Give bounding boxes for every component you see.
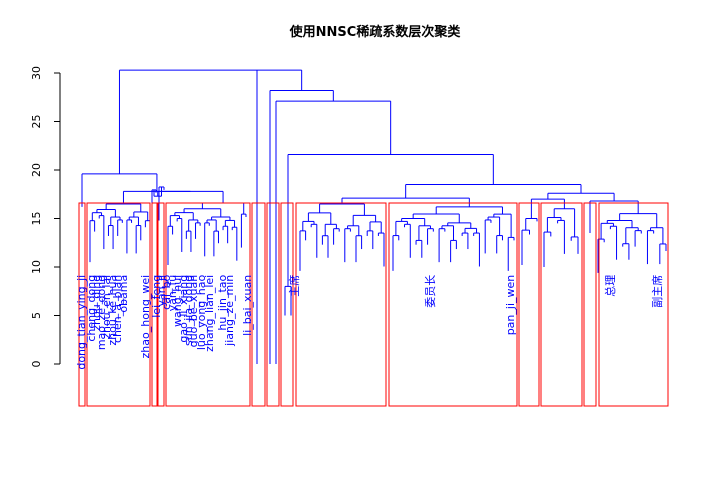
- y-tick-label: 0: [30, 361, 43, 368]
- leaf-labels: dong_tian_ying_jicheng_dongzhou_dingmao_…: [75, 274, 664, 369]
- leaf-label: 总理: [603, 275, 617, 297]
- cluster-box: [540, 202, 583, 407]
- y-tick-label: 10: [30, 260, 43, 274]
- y-tick-label: 20: [30, 163, 43, 177]
- y-tick-label: 15: [30, 212, 43, 226]
- leaf-label: obama: [117, 275, 130, 313]
- cluster-box: [583, 202, 597, 407]
- leaf-label: 主席: [287, 275, 301, 297]
- dendrogram-branches: [81, 69, 667, 364]
- y-tick-label: 5: [30, 312, 43, 319]
- leaf-label: 委员长: [424, 275, 437, 308]
- y-tick-label: 25: [30, 115, 43, 129]
- chart-title: 使用NNSC稀疏系数层次聚类: [289, 24, 462, 40]
- leaf-label: pan_ji_wen: [504, 275, 517, 336]
- y-tick-label: 30: [30, 66, 43, 80]
- leaf-label: zhang_lian_lei: [203, 275, 216, 352]
- leaf-label: 副主席: [650, 275, 664, 308]
- leaf-label: li_bai_xuan: [241, 275, 254, 336]
- y-axis: 0 5 10 15 20 25 30: [30, 66, 61, 368]
- leaf-label: jiang_ze_min: [223, 275, 236, 347]
- dendrogram-chart: 使用NNSC稀疏系数层次聚类 0 5 10 15 20 25 30 dong_tian_yi…: [30, 24, 669, 407]
- cluster-box: [266, 202, 280, 407]
